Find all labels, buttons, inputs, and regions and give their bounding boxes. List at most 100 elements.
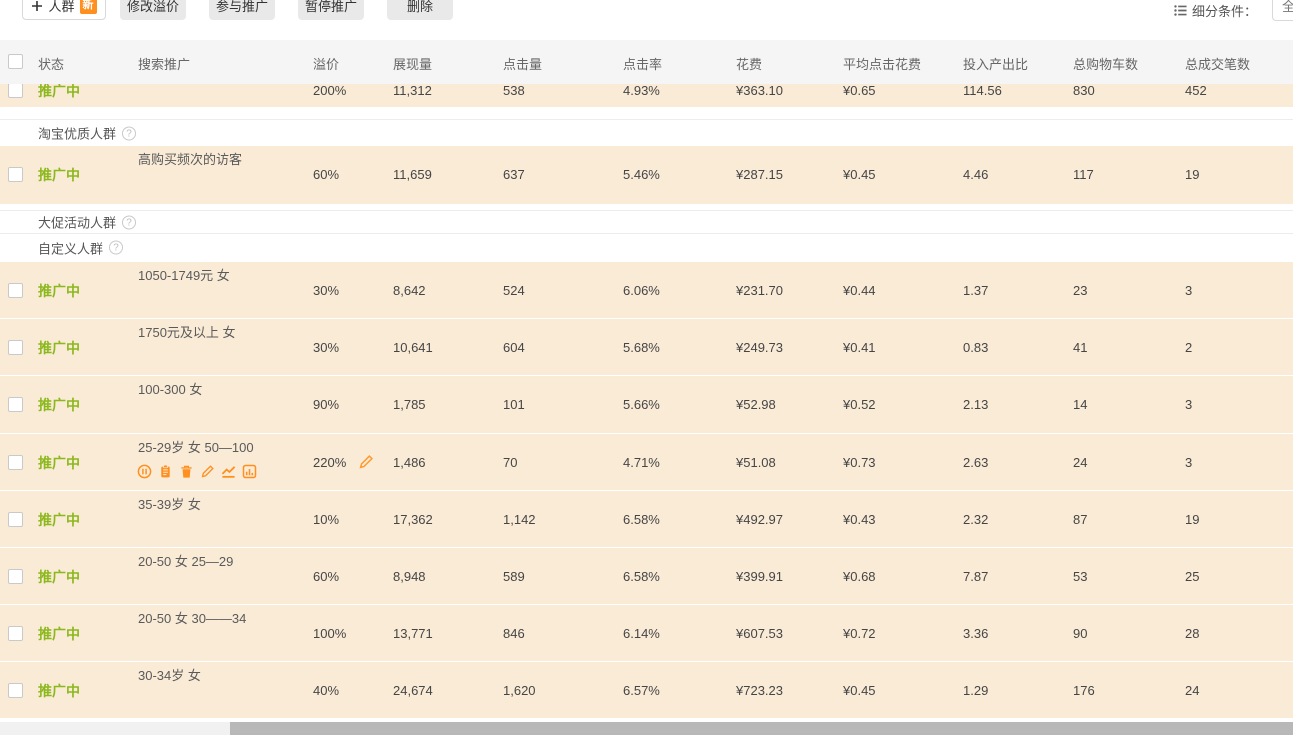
status-badge: 推广中 xyxy=(38,568,80,586)
cell-clicks: 589 xyxy=(503,568,525,586)
cell-roi: 7.87 xyxy=(963,568,988,586)
cell-orders: 24 xyxy=(1185,682,1199,700)
help-icon[interactable]: ? xyxy=(122,215,136,229)
crowd-name: 20-50 女 25—29 xyxy=(138,554,233,570)
cell-ctr: 5.46% xyxy=(623,166,660,184)
cell-cost: ¥399.91 xyxy=(736,568,783,586)
table-row: 推广中30-34岁 女40%24,6741,6206.57%¥723.23¥0.… xyxy=(0,662,1293,718)
cell-premium: 40% xyxy=(313,682,339,700)
row-checkbox[interactable] xyxy=(8,626,23,641)
cell-carts: 117 xyxy=(1073,166,1094,184)
help-icon[interactable]: ? xyxy=(109,241,123,255)
clipboard-icon[interactable] xyxy=(158,464,173,479)
crowd-group-row: 自定义人群? xyxy=(0,233,1293,261)
crowd-group-label: 淘宝优质人群? xyxy=(38,124,136,143)
row-checkbox[interactable] xyxy=(8,167,23,182)
cell-ctr: 6.58% xyxy=(623,568,660,586)
horizontal-scrollbar[interactable] xyxy=(0,722,1293,735)
trash-icon[interactable] xyxy=(179,464,194,479)
table-row: 推广中20-50 女 25—2960%8,9485896.58%¥399.91¥… xyxy=(0,548,1293,604)
table-row: 推广中35-39岁 女10%17,3621,1426.58%¥492.97¥0.… xyxy=(0,491,1293,547)
cell-cost: ¥607.53 xyxy=(736,625,783,643)
crowd-name: 35-39岁 女 xyxy=(138,497,201,513)
cell-carts: 87 xyxy=(1073,511,1087,529)
line-chart-icon[interactable] xyxy=(221,464,236,479)
cell-impressions: 1,486 xyxy=(393,454,426,472)
cell-impressions: 8,642 xyxy=(393,282,426,300)
cell-orders: 452 xyxy=(1185,84,1207,100)
pause-icon[interactable] xyxy=(137,464,152,479)
table-row: 推广中20-50 女 30——34100%13,7718466.14%¥607.… xyxy=(0,605,1293,661)
cell-clicks: 538 xyxy=(503,84,525,100)
table-row: 推广中1750元及以上 女30%10,6416045.68%¥249.73¥0.… xyxy=(0,319,1293,375)
row-checkbox[interactable] xyxy=(8,455,23,470)
cell-avg_cost: ¥0.68 xyxy=(843,568,876,586)
cell-cost: ¥363.10 xyxy=(736,84,783,100)
cell-cost: ¥51.08 xyxy=(736,454,776,472)
table-row: 推广中200%11,3125384.93%¥363.10¥0.65114.568… xyxy=(0,84,1293,107)
status-badge: 推广中 xyxy=(38,682,80,700)
cell-cost: ¥52.98 xyxy=(736,396,776,414)
cell-premium: 30% xyxy=(313,282,339,300)
cell-roi: 1.37 xyxy=(963,282,988,300)
cell-carts: 23 xyxy=(1073,282,1087,300)
cell-ctr: 4.93% xyxy=(623,84,660,100)
crowd-group-row: 大促活动人群? xyxy=(0,210,1293,233)
table-row: 推广中高购买频次的访客60%11,6596375.46%¥287.15¥0.45… xyxy=(0,146,1293,204)
cell-premium: 10% xyxy=(313,511,339,529)
table-row: 推广中1050-1749元 女30%8,6425246.06%¥231.70¥0… xyxy=(0,262,1293,318)
pencil-icon[interactable] xyxy=(200,464,215,479)
cell-roi: 4.46 xyxy=(963,166,988,184)
row-checkbox[interactable] xyxy=(8,340,23,355)
cell-roi: 0.83 xyxy=(963,339,988,357)
cell-carts: 830 xyxy=(1073,84,1095,100)
status-badge: 推广中 xyxy=(38,166,80,184)
crowd-name: 100-300 女 xyxy=(138,382,202,398)
cell-ctr: 6.57% xyxy=(623,682,660,700)
help-icon[interactable]: ? xyxy=(122,126,136,140)
crowd-group-row: 淘宝优质人群? xyxy=(0,119,1293,146)
cell-avg_cost: ¥0.65 xyxy=(843,84,876,100)
cell-avg_cost: ¥0.52 xyxy=(843,396,876,414)
crowd-group-name: 淘宝优质人群 xyxy=(38,124,116,143)
cell-roi: 2.32 xyxy=(963,511,988,529)
row-checkbox[interactable] xyxy=(8,84,23,98)
cell-avg_cost: ¥0.73 xyxy=(843,454,876,472)
edit-premium-icon[interactable] xyxy=(358,454,374,470)
scrollbar-thumb[interactable] xyxy=(230,722,1293,735)
crowd-name: 20-50 女 30——34 xyxy=(138,611,246,627)
crowd-group-label: 自定义人群? xyxy=(38,238,123,257)
cell-impressions: 11,659 xyxy=(393,166,432,184)
cell-ctr: 4.71% xyxy=(623,454,660,472)
cell-roi: 114.56 xyxy=(963,84,1002,100)
cell-orders: 3 xyxy=(1185,396,1192,414)
cell-roi: 2.13 xyxy=(963,396,988,414)
table-row-clipped-content: 推广中200%11,3125384.93%¥363.10¥0.65114.568… xyxy=(0,84,1293,107)
status-badge: 推广中 xyxy=(38,339,80,357)
row-checkbox[interactable] xyxy=(8,569,23,584)
crowd-name: 1750元及以上 女 xyxy=(138,325,236,341)
cell-carts: 24 xyxy=(1073,454,1087,472)
row-checkbox[interactable] xyxy=(8,683,23,698)
crowd-name: 1050-1749元 女 xyxy=(138,268,230,284)
row-checkbox[interactable] xyxy=(8,397,23,412)
bar-chart-icon[interactable] xyxy=(242,464,257,479)
cell-ctr: 6.58% xyxy=(623,511,660,529)
cell-clicks: 1,620 xyxy=(503,682,536,700)
cell-orders: 2 xyxy=(1185,339,1192,357)
cell-roi: 2.63 xyxy=(963,454,988,472)
status-badge: 推广中 xyxy=(38,282,80,300)
row-checkbox[interactable] xyxy=(8,283,23,298)
cell-orders: 19 xyxy=(1185,166,1199,184)
cell-ctr: 6.14% xyxy=(623,625,660,643)
cell-carts: 90 xyxy=(1073,625,1087,643)
cell-clicks: 1,142 xyxy=(503,511,536,529)
cell-premium: 90% xyxy=(313,396,339,414)
cell-orders: 19 xyxy=(1185,511,1199,529)
row-checkbox[interactable] xyxy=(8,512,23,527)
cell-impressions: 24,674 xyxy=(393,682,433,700)
cell-roi: 1.29 xyxy=(963,682,988,700)
cell-premium: 200% xyxy=(313,84,346,100)
status-badge: 推广中 xyxy=(38,84,80,100)
cell-cost: ¥287.15 xyxy=(736,166,783,184)
